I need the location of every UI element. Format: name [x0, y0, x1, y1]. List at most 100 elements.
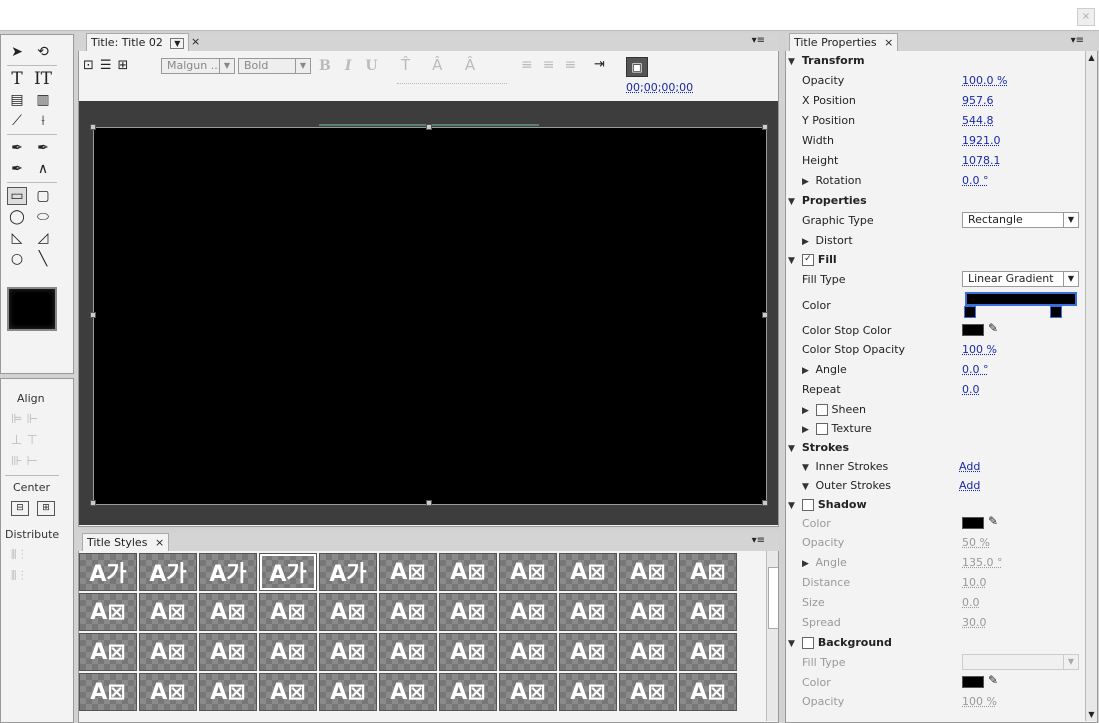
style-swatch[interactable]: A⊠ — [679, 673, 737, 711]
style-swatch[interactable]: A⊠ — [559, 593, 617, 631]
text-metrics-buttons[interactable]: T̂ÂÂ — [401, 56, 497, 74]
styles-menu-icon[interactable]: ▾≡ — [752, 535, 765, 546]
style-swatch[interactable]: A⊠ — [619, 593, 677, 631]
style-swatch[interactable]: A⊠ — [439, 633, 497, 671]
style-swatch[interactable]: A⊠ — [499, 593, 557, 631]
rotate-icon[interactable]: ⟲ — [33, 43, 53, 61]
style-swatch[interactable]: A⊠ — [319, 593, 377, 631]
style-swatch[interactable]: A가 — [79, 553, 137, 591]
color-stop-opacity-value[interactable]: 100 % — [962, 343, 997, 356]
shadow-distance-value[interactable]: 10.0 — [962, 576, 987, 589]
style-swatch[interactable]: A⊠ — [259, 673, 317, 711]
vertical-path-type-icon[interactable]: ⟊ — [33, 112, 53, 130]
style-swatch[interactable]: A⊠ — [439, 553, 497, 591]
align-buttons[interactable]: ⊫ ⊩ ⊥ ⊤ ⊪ ⊢ — [11, 409, 57, 472]
center-vertical-button[interactable]: ⊞ — [37, 501, 55, 516]
strokes-section-header[interactable]: ▼ Strokes — [788, 441, 849, 454]
scroll-up-icon[interactable]: ▲ — [1086, 53, 1097, 62]
style-swatch[interactable]: A⊠ — [199, 593, 257, 631]
texture-checkbox[interactable] — [815, 423, 828, 435]
opacity-value[interactable]: 100.0 % — [962, 74, 1007, 87]
add-anchor-icon[interactable]: ✒ — [7, 160, 27, 178]
style-swatch[interactable]: A가 — [319, 553, 377, 591]
wedge-icon[interactable]: ◺ — [7, 229, 27, 247]
color-stop-swatch[interactable] — [962, 324, 984, 336]
ellipse-icon[interactable]: ◯ — [7, 208, 27, 226]
style-swatch[interactable]: A⊠ — [379, 553, 437, 591]
title-canvas-area[interactable] — [79, 101, 778, 525]
gradient-ramp[interactable] — [965, 292, 1077, 306]
resize-handle[interactable] — [90, 124, 96, 130]
resize-handle[interactable] — [90, 500, 96, 506]
font-style-dropdown[interactable]: Bold ▼ — [238, 58, 311, 74]
resize-handle[interactable] — [762, 500, 768, 506]
title-dropdown-icon[interactable]: ▼ — [170, 38, 185, 49]
style-swatch[interactable]: A⊠ — [619, 553, 677, 591]
fill-section-header[interactable]: ▼ ✓ Fill — [788, 253, 837, 266]
outer-strokes-add-link[interactable]: Add — [959, 479, 980, 492]
vertical-type-icon[interactable]: IT — [33, 69, 53, 89]
height-value[interactable]: 1078.1 — [962, 154, 1001, 167]
shadow-angle-value[interactable]: 135.0 ° — [962, 556, 1003, 569]
shadow-checkbox[interactable] — [801, 499, 814, 511]
close-properties-tab-icon[interactable]: × — [884, 36, 893, 49]
style-swatch[interactable]: A⊠ — [259, 633, 317, 671]
area-type-icon[interactable]: ▤ — [7, 91, 27, 109]
panel-menu-icon[interactable]: ▾≡ — [752, 35, 765, 46]
background-checkbox[interactable] — [801, 637, 814, 649]
resize-handle[interactable] — [426, 500, 432, 506]
texture-row[interactable]: ▶ Texture — [802, 422, 872, 435]
style-swatch[interactable]: A⊠ — [79, 633, 137, 671]
bg-fill-type-dropdown[interactable]: ▼ — [962, 654, 1079, 670]
x-position-value[interactable]: 957.6 — [962, 94, 994, 107]
style-swatch[interactable]: A⊠ — [679, 593, 737, 631]
resize-handle[interactable] — [90, 312, 96, 318]
style-swatch[interactable]: A⊠ — [499, 553, 557, 591]
delete-anchor-icon[interactable]: ✒ — [33, 139, 53, 157]
style-swatch[interactable]: A⊠ — [499, 633, 557, 671]
angle-row[interactable]: ▶ Angle — [802, 363, 847, 376]
properties-section-header[interactable]: ▼ Properties — [788, 194, 867, 207]
rounded-rectangle-icon[interactable]: ▢ — [33, 187, 53, 205]
style-swatch[interactable]: A⊠ — [199, 673, 257, 711]
background-section-header[interactable]: ▼ Background — [788, 636, 892, 649]
tab-title-properties[interactable]: Title Properties × — [789, 33, 899, 51]
resize-handle[interactable] — [762, 312, 768, 318]
style-swatch[interactable]: A⊠ — [619, 633, 677, 671]
style-swatch[interactable]: A⊠ — [319, 633, 377, 671]
rotation-row[interactable]: ▶ Rotation — [802, 174, 862, 187]
eyedropper-icon[interactable]: ✎ — [988, 321, 998, 335]
selection-arrow-icon[interactable]: ➤ — [7, 43, 27, 61]
shadow-angle-row[interactable]: ▶ Angle — [802, 556, 847, 569]
scroll-down-icon[interactable]: ▼ — [1086, 710, 1097, 719]
shadow-size-value[interactable]: 0.0 — [962, 596, 980, 609]
timecode[interactable]: 00;00;00;00 — [626, 81, 693, 94]
sheen-row[interactable]: ▶ Sheen — [802, 403, 866, 416]
close-styles-tab-icon[interactable]: × — [155, 536, 164, 549]
style-swatch[interactable]: A⊠ — [559, 553, 617, 591]
style-swatch[interactable]: A⊠ — [79, 673, 137, 711]
shadow-eyedropper-icon[interactable]: ✎ — [988, 514, 998, 528]
properties-scrollbar[interactable]: ▲ ▼ — [1085, 51, 1097, 721]
outer-strokes-row[interactable]: ▼ Outer Strokes — [802, 479, 891, 492]
y-position-value[interactable]: 544.8 — [962, 114, 994, 127]
style-swatch[interactable]: A⊠ — [379, 673, 437, 711]
text-align-buttons[interactable]: ≡≡≡ — [521, 57, 586, 73]
repeat-value[interactable]: 0.0 — [962, 383, 980, 396]
path-type-icon[interactable]: ⟋ — [7, 112, 27, 130]
shadow-section-header[interactable]: ▼ Shadow — [788, 498, 867, 511]
distribute-buttons[interactable]: ⫴ ⫶ ⫴ ⫶ — [11, 545, 57, 587]
style-swatch[interactable]: A⊠ — [379, 593, 437, 631]
properties-menu-icon[interactable]: ▾≡ — [1071, 35, 1084, 46]
style-swatch[interactable]: A⊠ — [439, 673, 497, 711]
inner-strokes-add-link[interactable]: Add — [959, 460, 980, 473]
bg-eyedropper-icon[interactable]: ✎ — [988, 673, 998, 687]
style-swatch[interactable]: A⊠ — [139, 633, 197, 671]
text-style-buttons[interactable]: BIU — [319, 58, 392, 74]
vertical-area-type-icon[interactable]: ▥ — [33, 91, 53, 109]
transform-section-header[interactable]: ▼ Transform — [788, 54, 865, 67]
gradient-stop-right[interactable] — [1050, 306, 1062, 318]
shadow-spread-value[interactable]: 30.0 — [962, 616, 987, 629]
resize-handle[interactable] — [762, 124, 768, 130]
arc-icon[interactable]: ◿ — [33, 229, 53, 247]
